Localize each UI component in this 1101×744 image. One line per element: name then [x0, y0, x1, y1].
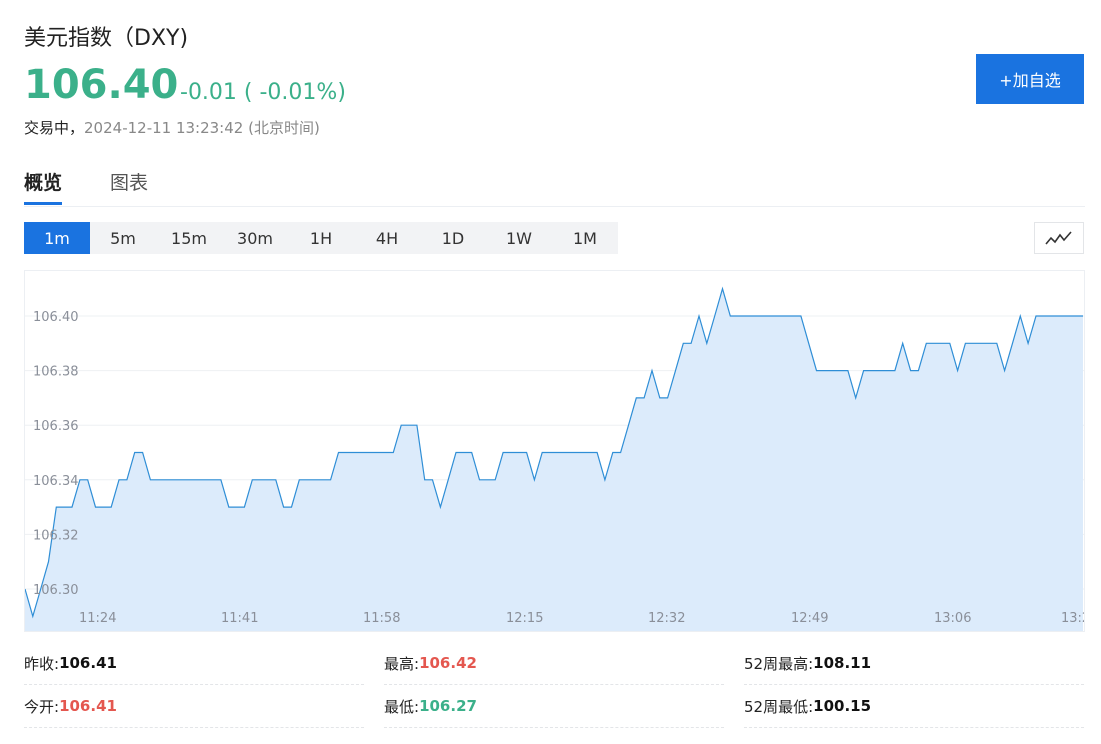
current-price: 106.40: [24, 62, 179, 108]
x-tick-label: 11:24: [79, 611, 116, 626]
page-title: 美元指数（DXY): [24, 26, 189, 51]
low-label: 最低:: [384, 697, 420, 716]
status-text: 交易中，: [24, 119, 85, 137]
low-value: 106.27: [419, 697, 477, 715]
period-1mo[interactable]: 1M: [552, 222, 618, 254]
trading-status: 交易中，2024-12-11 13:23:42 (北京时间): [24, 117, 320, 138]
stat-52w-low: 52周最低: 100.15: [744, 685, 1084, 728]
period-30m[interactable]: 30m: [222, 222, 288, 254]
y-tick-label: 106.36: [33, 419, 79, 434]
week52-high-value: 108.11: [813, 654, 872, 672]
price-area: [25, 288, 1083, 631]
line-chart-icon: [1045, 231, 1072, 245]
high-value: 106.42: [419, 654, 477, 672]
period-1m[interactable]: 1m: [24, 222, 90, 254]
y-tick-label: 106.32: [33, 528, 79, 543]
y-tick-label: 106.40: [33, 310, 79, 325]
prev-close-value: 106.41: [59, 654, 117, 672]
x-tick-label: 11:58: [363, 611, 400, 626]
x-tick-label: 11:41: [221, 611, 258, 626]
period-1w[interactable]: 1W: [486, 222, 552, 254]
period-15m[interactable]: 15m: [156, 222, 222, 254]
tab-bar: 概览 图表: [24, 166, 1085, 207]
tab-overview[interactable]: 概览: [24, 168, 62, 195]
x-tick-label: 13:06: [934, 611, 971, 626]
period-5m[interactable]: 5m: [90, 222, 156, 254]
stat-52w-high: 52周最高: 108.11: [744, 642, 1084, 685]
period-1h[interactable]: 1H: [288, 222, 354, 254]
period-4h[interactable]: 4H: [354, 222, 420, 254]
y-tick-label: 106.30: [33, 583, 79, 598]
add-watchlist-button[interactable]: +加自选: [976, 54, 1084, 104]
period-1d[interactable]: 1D: [420, 222, 486, 254]
timestamp: 2024-12-11 13:23:42 (北京时间): [84, 119, 320, 137]
high-label: 最高:: [384, 654, 420, 673]
x-tick-label: 12:32: [648, 611, 685, 626]
x-tick-label: 12:15: [506, 611, 543, 626]
open-label: 今开:: [24, 697, 60, 716]
chart-type-button[interactable]: [1034, 222, 1084, 254]
week52-low-value: 100.15: [813, 697, 872, 715]
period-selector: 1m 5m 15m 30m 1H 4H 1D 1W 1M: [24, 222, 618, 254]
chart-svg: 106.30 106.32 106.34 106.36 106.38 106.40 11:2…: [25, 286, 1085, 631]
open-value: 106.41: [59, 697, 117, 715]
week52-low-label: 52周最低:: [744, 697, 814, 716]
y-tick-label: 106.34: [33, 474, 79, 489]
tab-chart[interactable]: 图表: [110, 168, 148, 195]
stat-low: 最低: 106.27: [384, 685, 724, 728]
stat-open: 今开: 106.41: [24, 685, 364, 728]
x-tick-label: 12:49: [791, 611, 828, 626]
stat-high: 最高: 106.42: [384, 642, 724, 685]
prev-close-label: 昨收:: [24, 654, 60, 673]
stat-prev-close: 昨收: 106.41: [24, 642, 364, 685]
price-chart[interactable]: 106.30 106.32 106.34 106.36 106.38 106.40 11:2…: [24, 270, 1085, 632]
week52-high-label: 52周最高:: [744, 654, 814, 673]
price-change: -0.01 ( -0.01%): [180, 80, 346, 105]
active-tab-indicator: [24, 202, 62, 205]
x-tick-label: 13:2: [1061, 611, 1085, 626]
y-tick-label: 106.38: [33, 365, 79, 380]
